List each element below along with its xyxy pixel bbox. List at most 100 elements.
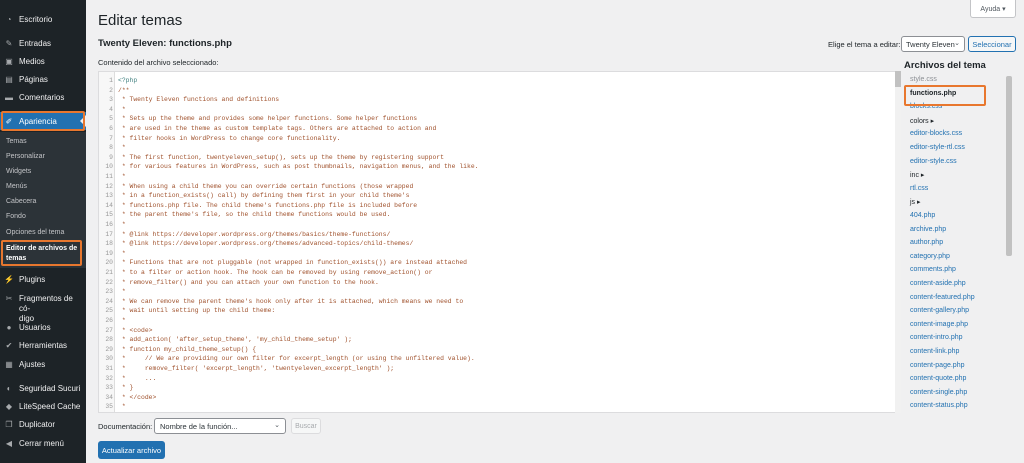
file-list-folder[interactable]: js ▸: [910, 198, 921, 206]
file-list-item[interactable]: 404.php: [910, 212, 935, 219]
admin-sidebar: Temas Personalizar Widgets Menús Cabecera Fon…: [0, 0, 86, 463]
sidebar-item-paintbrush[interactable]: ✐ Apariencia: [0, 112, 86, 130]
snippets-icon: ✂: [5, 294, 13, 303]
duplicator-icon: ❐: [5, 419, 13, 429]
sidebar-item-tools[interactable]: ✔ Herramientas: [0, 336, 86, 354]
sidebar-item-label: Páginas: [19, 74, 48, 84]
sidebar-item-label: Herramientas: [19, 340, 68, 350]
code-text: * the parent theme's file, so the child …: [118, 211, 391, 219]
file-list-scrollbar-thumb[interactable]: [1006, 76, 1012, 256]
line-number: 35: [105, 403, 113, 411]
file-list-item[interactable]: content-image.php: [910, 321, 968, 328]
line-number: 8: [109, 144, 113, 152]
code-text: * wait until setting up the child theme:: [118, 307, 276, 315]
file-list-item[interactable]: content-page.php: [910, 362, 965, 369]
sidebar-item-litespeed[interactable]: ◆ LiteSpeed Cache: [0, 397, 86, 415]
theme-select[interactable]: Twenty Eleven ⌄: [901, 36, 965, 52]
sidebar-item-pin[interactable]: ✎ Entradas: [0, 34, 86, 52]
file-list-item[interactable]: content-single.php: [910, 389, 967, 396]
sidebar-item-dashboard[interactable]: ◔ Escritorio: [0, 10, 86, 28]
shield-icon: ◐: [6, 383, 12, 393]
submenu-item[interactable]: Personalizar: [6, 153, 45, 160]
line-number: 34: [105, 393, 113, 401]
function-name-select[interactable]: Nombre de la función... ⌄: [154, 418, 286, 434]
help-tab-button[interactable]: Ayuda ▾: [970, 0, 1016, 18]
code-text: *: [118, 144, 126, 152]
sidebar-item-label: Ajustes: [19, 359, 46, 369]
file-list-item[interactable]: category.php: [910, 253, 950, 260]
sidebar-item-settings[interactable]: ▦ Ajustes: [0, 355, 86, 373]
sidebar-item-label: Usuarios: [19, 322, 51, 332]
code-text: * functions.php file. The child theme's …: [118, 201, 418, 209]
file-list-item[interactable]: style.css: [910, 76, 937, 83]
code-text: *: [118, 249, 126, 257]
file-list-item[interactable]: archive.php: [910, 226, 946, 233]
submenu-item-theme-file-editor[interactable]: Editor de archivos de temas: [6, 244, 82, 264]
update-file-button[interactable]: Actualizar archivo: [98, 441, 165, 459]
file-list-item[interactable]: editor-style-rtl.css: [910, 144, 965, 151]
submenu-item[interactable]: Opciones del tema: [6, 229, 64, 236]
line-number: 21: [105, 269, 113, 276]
line-number: 6: [109, 125, 113, 132]
file-list-item[interactable]: content-aside.php: [910, 280, 966, 287]
submenu-item[interactable]: Temas: [6, 138, 27, 145]
sidebar-item-snippets[interactable]: ✂ Fragmentos de có-digo: [0, 290, 86, 323]
file-list-item[interactable]: comments.php: [910, 266, 956, 273]
file-list-item[interactable]: content-quote.php: [910, 375, 966, 382]
file-list-item[interactable]: rtl.css: [910, 185, 928, 192]
line-number: 32: [105, 374, 113, 382]
sidebar-item-comments[interactable]: ▬ Comentarios: [0, 88, 86, 106]
code-editor[interactable]: 1 <?php 2 /** 3 * Twenty Eleven functions an…: [98, 71, 896, 413]
sidebar-item-label-line1: Fragmentos de có-: [19, 294, 73, 313]
code-text: * filter hooks in WordPress to change co…: [118, 134, 341, 142]
line-number: 12: [105, 182, 113, 190]
chevron-down-icon: ⌄: [274, 422, 280, 429]
line-number: 4: [109, 105, 113, 113]
file-list-item[interactable]: author.php: [910, 239, 943, 246]
file-list-item[interactable]: functions.php: [910, 90, 956, 97]
line-number: 27: [105, 326, 113, 334]
dashboard-icon: ◔: [6, 14, 12, 24]
file-list-item[interactable]: content-gallery.php: [910, 307, 969, 314]
file-list-folder[interactable]: inc ▸: [910, 171, 924, 179]
sidebar-item-label: Cerrar menú: [19, 438, 64, 448]
file-list-item[interactable]: content-featured.php: [910, 294, 975, 301]
select-theme-button[interactable]: Seleccionar: [968, 36, 1016, 52]
code-text: * remove_filter() and you can attach you…: [118, 278, 379, 286]
file-list-item[interactable]: content-status.php: [910, 402, 968, 409]
collapse-icon: ◀: [5, 438, 13, 448]
sidebar-item-users[interactable]: ● Usuarios: [0, 318, 86, 336]
line-number: 20: [105, 259, 113, 267]
sidebar-item-duplicator[interactable]: ❐ Duplicator: [0, 415, 86, 433]
file-list-item[interactable]: editor-style.css: [910, 158, 957, 165]
submenu-item[interactable]: Fondo: [6, 213, 26, 220]
sidebar-item-plugins[interactable]: ⚡ Plugins: [0, 270, 86, 288]
code-text: *: [118, 173, 126, 180]
file-list-item[interactable]: editor-blocks.css: [910, 130, 962, 137]
sidebar-item-media[interactable]: ▣ Medios: [0, 52, 86, 70]
editor-scrollbar-thumb[interactable]: [895, 71, 901, 87]
submenu-item[interactable]: Menús: [6, 183, 27, 190]
code-text: * ...: [118, 374, 157, 382]
sidebar-item-shield[interactable]: ◐ Seguridad Sucuri: [0, 379, 86, 397]
file-list-folder[interactable]: colors ▸: [910, 117, 934, 125]
chevron-down-icon: ⌄: [954, 40, 960, 47]
line-number: 18: [105, 240, 113, 248]
code-text: * Sets up the theme and provides some he…: [118, 115, 418, 123]
submenu-item[interactable]: Widgets: [6, 168, 31, 175]
file-list-scrollbar[interactable]: [1006, 74, 1012, 412]
file-list-item[interactable]: content-intro.php: [910, 334, 963, 341]
pages-icon: ▤: [5, 74, 13, 84]
code-text: * for various features in WordPress, suc…: [118, 163, 479, 171]
sidebar-item-label: Entradas: [19, 38, 52, 48]
file-list-item[interactable]: content-link.php: [910, 348, 959, 355]
line-number: 9: [109, 153, 113, 161]
sidebar-item-collapse[interactable]: ◀ Cerrar menú: [0, 434, 86, 452]
file-list-item[interactable]: blocks.css: [910, 103, 942, 110]
line-number: 11: [105, 173, 113, 180]
submenu-item[interactable]: Cabecera: [6, 198, 36, 205]
line-number: 30: [105, 355, 113, 363]
sidebar-item-pages[interactable]: ▤ Páginas: [0, 70, 86, 88]
sidebar-item-label: Escritorio: [19, 14, 53, 24]
editor-scrollbar[interactable]: [895, 71, 901, 413]
